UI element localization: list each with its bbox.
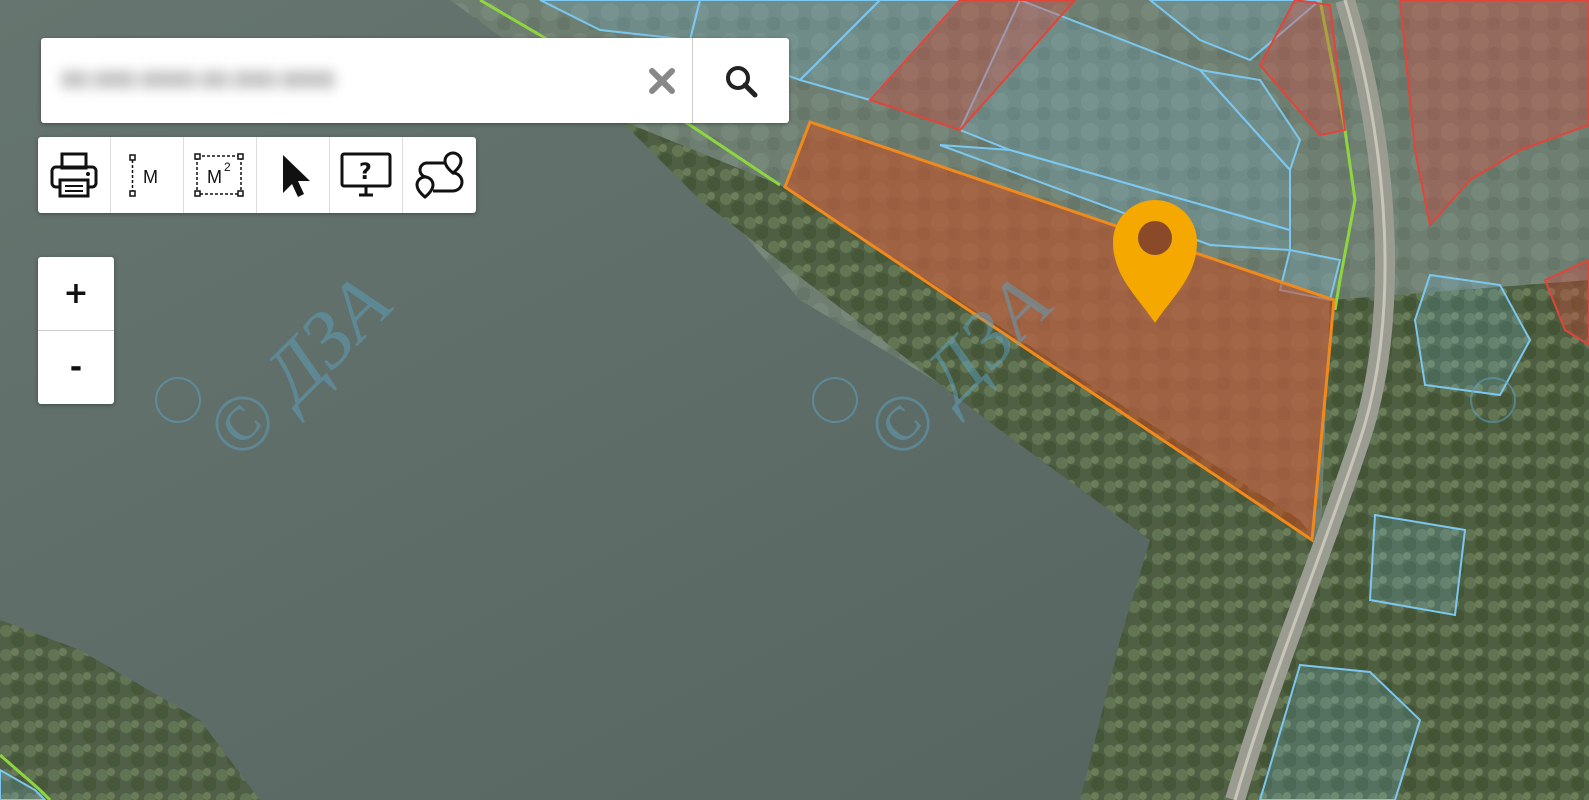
printer-icon [50, 152, 98, 198]
measure-area-label: M [207, 167, 222, 187]
cursor-icon [283, 155, 310, 197]
zoom-out-button[interactable]: - [38, 330, 114, 404]
measure-area-superscript: 2 [224, 160, 231, 174]
route-tool[interactable] [403, 137, 476, 213]
zoom-control: + - [38, 257, 114, 404]
close-icon [649, 67, 675, 94]
search-input[interactable] [41, 38, 632, 123]
area-icon: M 2 [194, 153, 244, 197]
measure-area-tool[interactable]: M 2 [184, 137, 257, 213]
search-bar [41, 38, 789, 123]
search-button[interactable] [692, 38, 789, 123]
select-tool[interactable] [257, 137, 330, 213]
info-tool[interactable]: ? [330, 137, 403, 213]
ruler-icon: M [129, 154, 158, 197]
map-toolbar: M M 2 ? [38, 137, 476, 213]
print-tool[interactable] [38, 137, 111, 213]
measure-distance-label: M [143, 167, 158, 187]
zoom-in-button[interactable]: + [38, 257, 114, 330]
info-label: ? [359, 160, 372, 185]
monitor-help-icon: ? [340, 152, 392, 197]
search-icon [726, 65, 758, 97]
measure-distance-tool[interactable]: M [111, 137, 184, 213]
route-icon [414, 151, 463, 199]
parcel[interactable] [1368, 513, 1467, 617]
clear-search-button[interactable] [632, 38, 692, 123]
